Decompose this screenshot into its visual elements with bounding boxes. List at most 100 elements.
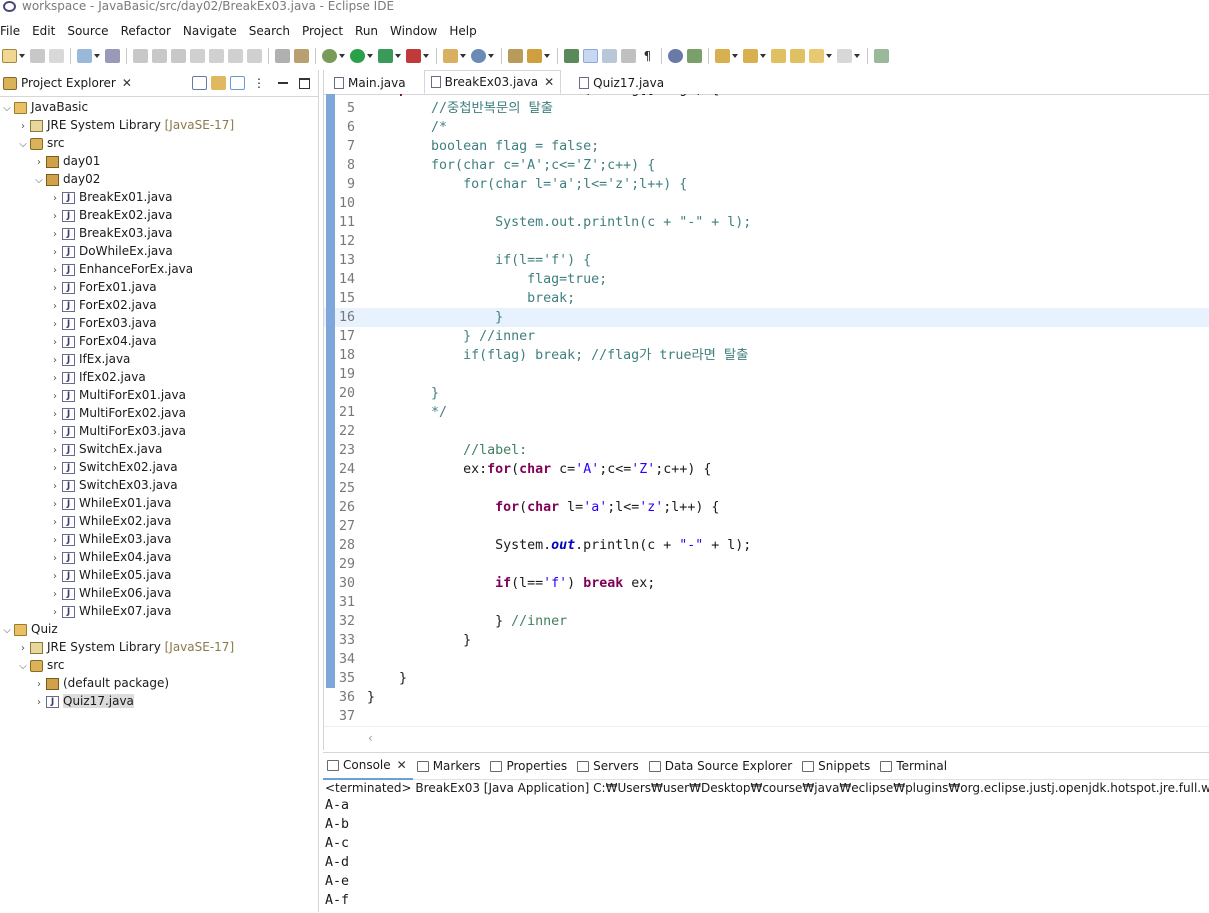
tree-item[interactable]: ›WhileEx03.java (50, 530, 171, 548)
menu-help[interactable]: Help (449, 24, 476, 38)
console-tab-servers[interactable]: Servers (573, 753, 645, 779)
menu-navigate[interactable]: Navigate (183, 24, 237, 38)
external-tools-icon[interactable] (406, 49, 421, 63)
resume-icon[interactable] (133, 49, 148, 63)
synchronize-icon[interactable] (687, 49, 702, 63)
filter-icon[interactable] (230, 76, 245, 90)
last-edit-location-icon[interactable] (771, 49, 786, 63)
tree-item[interactable]: ›WhileEx07.java (50, 602, 171, 620)
tree-item[interactable]: ›WhileEx06.java (50, 584, 171, 602)
tree-item[interactable]: › JRE System Library [JavaSE-17] (18, 116, 234, 134)
console-tab-console[interactable]: Console ✕ (323, 752, 413, 780)
run-icon[interactable] (350, 49, 365, 63)
step-return-icon[interactable] (247, 49, 262, 63)
collapse-all-icon[interactable] (192, 76, 207, 90)
previous-annotation-icon[interactable] (743, 49, 758, 63)
close-tab-icon[interactable]: ✕ (544, 71, 554, 93)
tree-item[interactable]: ⌵ Quiz (2, 620, 57, 640)
console-tab-terminal[interactable]: Terminal (876, 753, 953, 779)
tree-item[interactable]: ›ForEx01.java (50, 278, 157, 296)
toggle-word-wrap-icon[interactable] (602, 49, 617, 63)
chevron-right-icon[interactable]: › (34, 694, 44, 712)
tree-item[interactable]: ›WhileEx02.java (50, 512, 171, 530)
tree-item[interactable]: ›MultiForEx03.java (50, 422, 186, 440)
tree-item[interactable]: › JRE System Library [JavaSE-17] (18, 638, 234, 656)
suspend-icon[interactable] (152, 49, 167, 63)
forward-edit-icon[interactable] (790, 49, 805, 63)
tree-item[interactable]: ›IfEx02.java (50, 368, 146, 386)
tree-item[interactable]: ⌵ JavaBasic (2, 98, 88, 116)
close-icon[interactable]: ✕ (122, 76, 132, 90)
tree-item[interactable]: ›BreakEx01.java (50, 188, 173, 206)
tree-item[interactable]: › Quiz17.java (34, 692, 134, 710)
use-step-filters-icon[interactable] (275, 49, 290, 63)
step-over-icon[interactable] (228, 49, 243, 63)
tree-item[interactable]: ›IfEx.java (50, 350, 130, 368)
menu-source[interactable]: Source (67, 24, 108, 38)
editor-tab[interactable]: Quiz17.java (573, 72, 670, 94)
toggle-mark-occurrences-icon[interactable] (583, 49, 598, 63)
scroll-left-icon[interactable]: ‹ (368, 731, 373, 745)
tree-item[interactable]: ›MultiForEx01.java (50, 386, 186, 404)
disconnect-icon[interactable] (190, 49, 205, 63)
tree-item[interactable]: ›SwitchEx03.java (50, 476, 178, 494)
show-whitespace-icon[interactable]: ¶ (640, 49, 655, 63)
save-icon[interactable] (30, 49, 45, 63)
menu-file[interactable]: File (0, 24, 20, 38)
open-perspective-icon[interactable] (874, 49, 889, 63)
tree-item[interactable]: ›MultiForEx02.java (50, 404, 186, 422)
back-icon[interactable] (809, 49, 824, 63)
tree-item[interactable]: ›BreakEx02.java (50, 206, 173, 224)
console-tab-properties[interactable]: Properties (486, 753, 573, 779)
tree-item[interactable]: ›SwitchEx.java (50, 440, 162, 458)
menu-project[interactable]: Project (302, 24, 343, 38)
new-class-icon[interactable] (471, 49, 486, 63)
tree-item[interactable]: ›ForEx03.java (50, 314, 157, 332)
menu-refactor[interactable]: Refactor (121, 24, 171, 38)
project-explorer-tab[interactable]: Project Explorer ✕ ⋮ (0, 70, 318, 97)
skip-breakpoints-icon[interactable] (105, 49, 120, 63)
next-annotation-icon[interactable] (715, 49, 730, 63)
horizontal-scrollbar[interactable]: ‹ (324, 726, 1209, 751)
tree-item[interactable]: ›SwitchEx02.java (50, 458, 178, 476)
editor-tab[interactable]: Main.java (328, 72, 412, 94)
chevron-down-icon[interactable]: ⌵ (2, 622, 12, 640)
menu-window[interactable]: Window (390, 24, 437, 38)
chevron-down-icon[interactable]: ⌵ (34, 172, 44, 190)
terminate-icon[interactable] (171, 49, 186, 63)
new-icon[interactable] (2, 49, 17, 63)
open-console-icon[interactable] (77, 49, 92, 63)
menu-run[interactable]: Run (355, 24, 378, 38)
tree-item[interactable]: ›DoWhileEx.java (50, 242, 173, 260)
tree-item[interactable]: ›ForEx02.java (50, 296, 157, 314)
minimize-icon[interactable] (278, 82, 288, 84)
web-browser-icon[interactable] (668, 49, 683, 63)
tree-item[interactable]: ›WhileEx05.java (50, 566, 171, 584)
tree-item[interactable]: › day01 (34, 152, 100, 170)
close-icon[interactable]: ✕ (397, 758, 407, 772)
step-into-icon[interactable] (209, 49, 224, 63)
search-icon[interactable] (564, 49, 579, 63)
debug-icon[interactable] (322, 49, 337, 63)
code-area[interactable]: 4 public static void main(String[] args)… (324, 94, 1209, 726)
editor-tab[interactable]: BreakEx03.java ✕ (423, 70, 562, 94)
console-tab-markers[interactable]: Markers (413, 753, 487, 779)
tree-item[interactable]: ⌵ src (18, 656, 64, 676)
tree-item[interactable]: ⌵ day02 (34, 170, 100, 188)
maximize-icon[interactable] (299, 77, 310, 89)
tree-item[interactable]: ⌵ src (18, 134, 64, 154)
forward-icon[interactable] (837, 49, 852, 63)
view-menu-icon[interactable]: ⋮ (253, 76, 265, 90)
tree-item[interactable]: ›WhileEx04.java (50, 548, 171, 566)
coverage-icon[interactable] (378, 49, 393, 63)
drop-to-frame-icon[interactable] (294, 49, 309, 63)
menu-search[interactable]: Search (249, 24, 290, 38)
chevron-down-icon[interactable]: ⌵ (18, 658, 28, 676)
tree-item[interactable]: ›WhileEx01.java (50, 494, 171, 512)
tree-item[interactable]: › (default package) (34, 674, 169, 692)
chevron-down-icon[interactable]: ⌵ (18, 136, 28, 154)
link-with-editor-icon[interactable] (211, 76, 226, 90)
save-all-icon[interactable] (49, 49, 64, 63)
tree-item[interactable]: ›EnhanceForEx.java (50, 260, 193, 278)
open-task-icon[interactable] (527, 49, 542, 63)
